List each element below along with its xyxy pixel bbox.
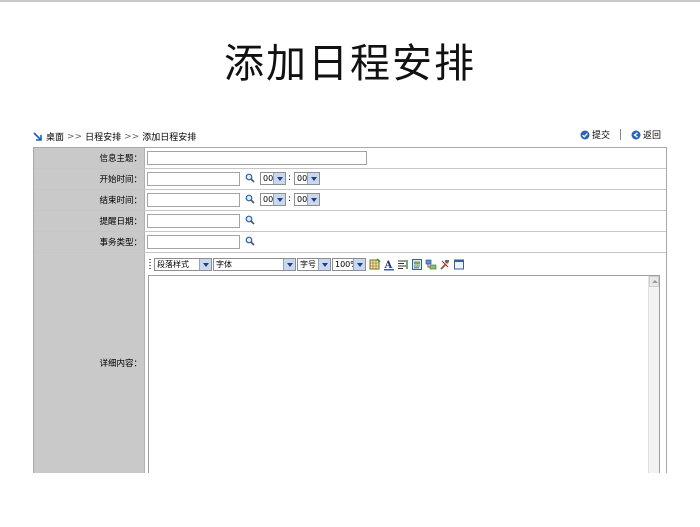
end-time-label: 结束时间： <box>34 190 145 210</box>
time-colon: : <box>288 194 292 204</box>
start-minute-select[interactable]: 00 <box>294 172 320 185</box>
font-color-icon[interactable]: A <box>383 258 395 271</box>
toolbar-grip <box>149 259 151 271</box>
back-label: 返回 <box>642 131 661 141</box>
end-time-row: 结束时间： 00 : 00 <box>34 190 666 211</box>
insert-table-icon[interactable] <box>369 258 381 271</box>
insert-image-icon[interactable] <box>411 258 423 271</box>
start-date-input[interactable] <box>147 172 240 186</box>
time-colon: : <box>288 173 292 183</box>
event-type-input[interactable] <box>147 235 240 249</box>
magnifier-icon[interactable] <box>245 173 255 183</box>
magnifier-icon[interactable] <box>245 194 255 204</box>
breadcrumb-separator: >> <box>67 131 83 142</box>
magnifier-icon[interactable] <box>245 215 255 225</box>
end-date-input[interactable] <box>147 193 240 207</box>
font-family-select[interactable]: 字体 <box>213 258 296 271</box>
scroll-up-arrow[interactable] <box>649 276 659 287</box>
breadcrumb: 桌面 >> 日程安排 >> 添加日程安排 <box>33 130 196 143</box>
subject-input[interactable] <box>147 151 367 165</box>
remind-date-label: 提醒日期： <box>34 211 145 231</box>
arrow-down-right-icon <box>33 131 42 141</box>
check-circle-icon <box>580 130 590 139</box>
editor-scrollbar[interactable] <box>648 276 659 473</box>
remind-date-row: 提醒日期： <box>34 211 666 232</box>
navigation-bar: 桌面 >> 日程安排 >> 添加日程安排 提交 返回 <box>33 126 665 146</box>
zoom-select[interactable]: 100% <box>332 258 366 271</box>
breadcrumb-add-schedule: 添加日程安排 <box>142 133 197 143</box>
detail-label: 详细内容： <box>34 253 145 473</box>
insert-media-icon[interactable] <box>425 258 437 271</box>
start-time-row: 开始时间： 00 : 00 <box>34 169 666 190</box>
start-hour-select[interactable]: 00 <box>260 172 286 185</box>
font-size-select[interactable]: 字号 <box>297 258 331 271</box>
breadcrumb-desktop[interactable]: 桌面 <box>46 130 64 143</box>
action-buttons: 提交 返回 <box>580 128 661 141</box>
event-type-label: 事务类型： <box>34 232 145 252</box>
subject-label: 信息主题： <box>34 148 145 168</box>
detail-row: 详细内容： 段落样式 字体 字号 100% A <box>34 253 666 473</box>
tools-icon[interactable] <box>439 258 451 271</box>
editor-toolbar: 段落样式 字体 字号 100% A <box>149 257 663 273</box>
rich-text-editor[interactable] <box>148 275 660 473</box>
start-time-label: 开始时间： <box>34 169 145 189</box>
paragraph-style-select[interactable]: 段落样式 <box>154 258 212 271</box>
magnifier-icon[interactable] <box>245 236 255 246</box>
submit-label: 提交 <box>591 131 610 141</box>
action-divider <box>619 129 621 140</box>
submit-button[interactable]: 提交 <box>580 128 610 141</box>
back-button[interactable]: 返回 <box>631 128 661 141</box>
breadcrumb-schedule[interactable]: 日程安排 <box>85 130 121 143</box>
remind-date-input[interactable] <box>147 214 240 228</box>
end-minute-select[interactable]: 00 <box>294 193 320 206</box>
event-type-row: 事务类型： <box>34 232 666 253</box>
back-circle-icon <box>631 130 641 139</box>
fullscreen-icon[interactable] <box>453 258 465 271</box>
slide-title: 添加日程安排 <box>224 41 476 87</box>
schedule-form: 信息主题： 开始时间： 00 : 00 结束时间： 00: 00 提醒日期： … <box>33 147 667 473</box>
top-border-line <box>0 0 700 2</box>
text-align-icon[interactable] <box>397 258 409 271</box>
breadcrumb-separator: >> <box>124 131 140 142</box>
end-hour-select[interactable]: 00 <box>260 193 286 206</box>
subject-row: 信息主题： <box>34 148 666 169</box>
